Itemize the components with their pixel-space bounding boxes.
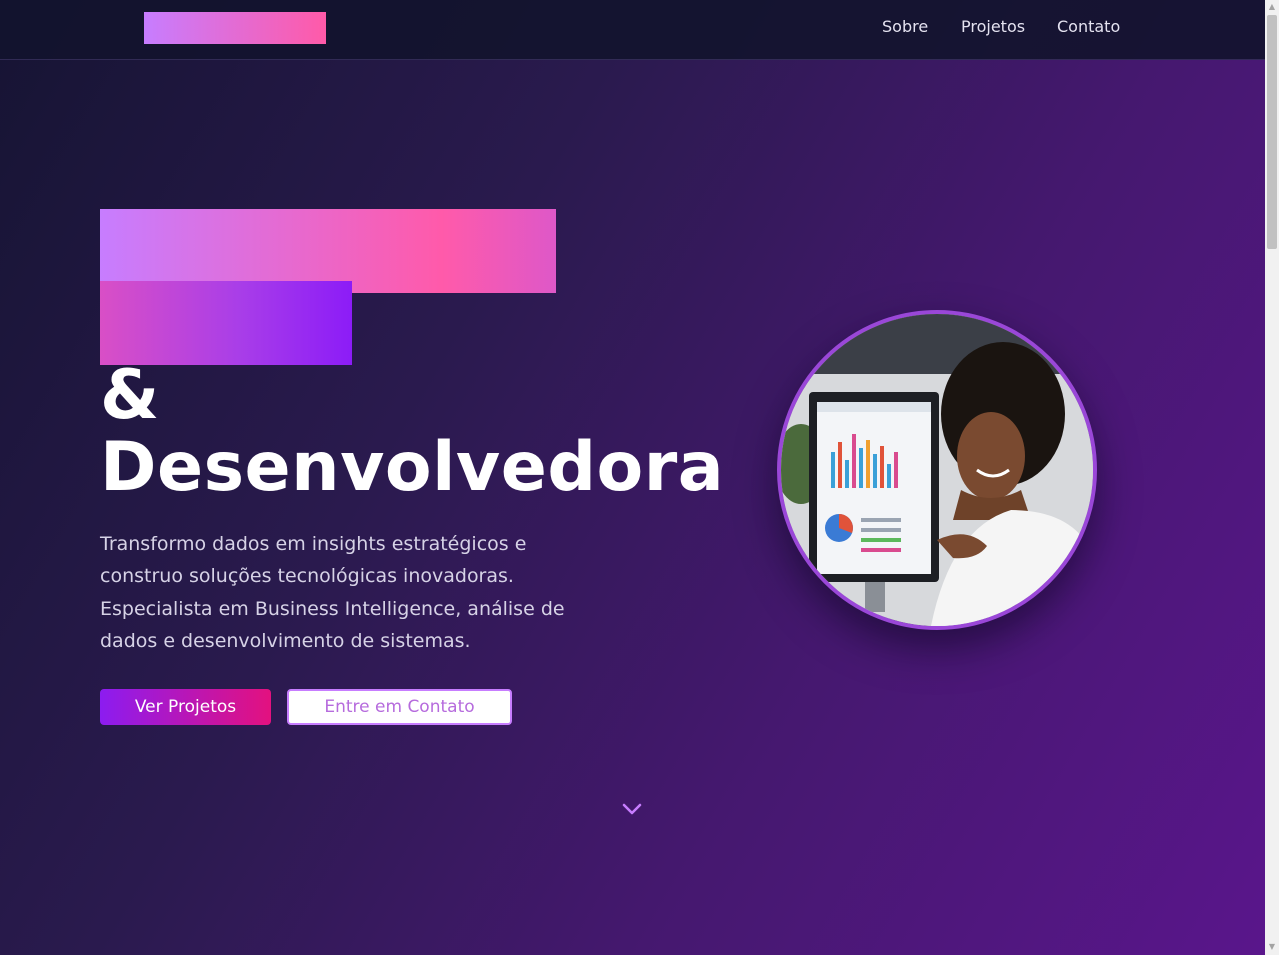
chevron-down-icon[interactable] <box>620 800 644 820</box>
nav-link-contato[interactable]: Contato <box>1057 17 1120 36</box>
hero-title-highlight-bar <box>100 281 352 365</box>
nav-link-projetos[interactable]: Projetos <box>961 17 1025 36</box>
nav-link-sobre[interactable]: Sobre <box>882 17 928 36</box>
hero-description: Transformo dados em insights estratégico… <box>100 533 565 652</box>
hero-title: Desenvolvedora <box>100 428 725 507</box>
scroll-up-arrow-icon[interactable]: ▲ <box>1268 3 1276 11</box>
profile-photo <box>777 310 1097 630</box>
scroll-down-arrow-icon[interactable]: ▼ <box>1268 943 1276 951</box>
page-scrollbar[interactable]: ▲ ▼ <box>1265 0 1279 955</box>
hero-title-ampersand: & <box>100 356 160 435</box>
navbar: Sobre Projetos Contato <box>0 0 1265 60</box>
view-projects-button[interactable]: Ver Projetos <box>100 689 271 725</box>
logo[interactable] <box>144 12 326 44</box>
scrollbar-thumb[interactable] <box>1267 15 1277 249</box>
contact-button[interactable]: Entre em Contato <box>287 689 512 725</box>
